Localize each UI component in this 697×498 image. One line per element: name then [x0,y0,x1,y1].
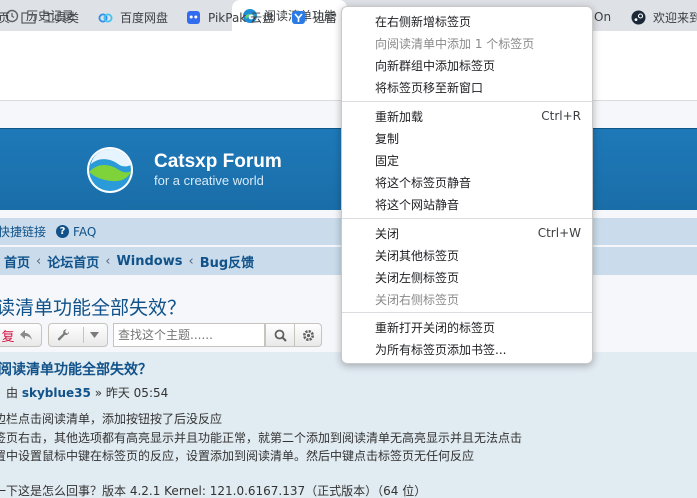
reply-label: 复 [1,329,15,345]
bookmark-on[interactable]: On [594,0,611,34]
menu-item-label: 向阅读清单中添加 1 个标签页 [375,36,535,51]
menu-item-label: 向新群组中添加标签页 [375,58,496,73]
baidu-netdisk-icon [97,9,113,25]
bookmark-xunlei[interactable]: 迅雷 [290,0,337,34]
menu-mute-site[interactable]: 将这个网站静音 [342,193,592,215]
menu-add-to-reading-list: 向阅读清单中添加 1 个标签页 [342,32,592,54]
wrench-icon [57,328,71,342]
help-icon: ? [56,225,70,238]
breadcrumb-bug-report[interactable]: Bug反馈 [200,252,254,271]
faq-label: FAQ [73,224,97,239]
bookmark-label: 迅雷 [313,10,338,25]
menu-item-label: 将这个标签页静音 [375,175,472,190]
menu-item-label: 重新打开关闭的标签页 [375,320,496,335]
menu-item-label: 将这个网站静音 [375,197,460,212]
post-body-line: 置中设置鼠标中键在标签页的反应，设置添加到阅读清单。然后中键点击标签页无任何反应 [0,449,475,463]
menu-close-other-tabs[interactable]: 关闭其他标签页 [342,244,592,266]
advanced-search-button[interactable] [294,323,322,347]
menu-separator [342,312,592,313]
tab-context-menu: 在右侧新增标签页 向阅读清单中添加 1 个标签页 向新群组中添加标签页 将标签页… [341,6,593,364]
search-icon [274,329,287,342]
bookmark-tools-folder[interactable]: 工具类 [20,0,79,34]
menu-item-label: 复制 [375,131,400,146]
menu-close-right-tabs: 关闭右侧标签页 [342,288,592,310]
breadcrumb-windows[interactable]: Windows [116,254,182,269]
faq-link[interactable]: ? FAQ [56,225,96,239]
menu-reload[interactable]: 重新加载 Ctrl+R [342,105,592,127]
xunlei-icon [290,9,306,25]
menu-separator [342,101,592,102]
menu-duplicate[interactable]: 复制 [342,127,592,149]
breadcrumb-home[interactable]: 首页 [4,252,30,271]
menu-pin[interactable]: 固定 [342,149,592,171]
breadcrumb-separator: ‹ [36,253,42,269]
site-title[interactable]: Catsxp Forum [154,151,282,173]
topic-title[interactable]: 读清单功能全部失效？ [0,293,186,320]
menu-item-label: 关闭其他标签页 [375,248,460,263]
forum-logo[interactable] [86,146,134,194]
folder-icon [20,9,36,25]
post-author[interactable]: skyblue35 [22,386,91,400]
breadcrumb-forum-index[interactable]: 论坛首页 [47,252,99,271]
menu-item-label: 重新加载 [375,109,424,124]
bookmark-label: 工具类 [43,10,80,25]
menu-shortcut: Ctrl+R [541,109,581,123]
menu-item-label: 将标签页移至新窗口 [375,80,484,95]
bookmark-baidu-netdisk[interactable]: 百度网盘 [97,0,168,34]
post-title[interactable]: 阅读清单功能全部失效？ [0,359,152,379]
bookmark-label: PikPak 云盘 [208,10,275,25]
menu-move-to-new-window[interactable]: 将标签页移至新窗口 [342,76,592,98]
reply-button[interactable]: 复 [0,323,42,347]
gear-icon [302,329,315,342]
reply-icon [19,329,33,341]
post-meta: 由 skyblue35 » 昨天 05:54 [6,384,168,401]
menu-item-label: 为所有标签页添加书签... [375,342,507,357]
topic-search-input[interactable] [113,323,265,347]
menu-item-label: 关闭左侧标签页 [375,270,460,285]
bookmark-pikpak[interactable]: PikPak 云盘 [185,0,274,34]
menu-close-left-tabs[interactable]: 关闭左侧标签页 [342,266,592,288]
menu-mute-tab[interactable]: 将这个标签页静音 [342,171,592,193]
divider [83,327,84,343]
search-button[interactable] [265,323,295,347]
menu-item-label: 固定 [375,153,400,168]
bookmark-label: 欢迎来到 [653,10,697,25]
quicklinks-link[interactable]: 快捷链接 [0,223,46,240]
post-body-line: 一下这是怎么回事？版本 4.2.1 Kernel: 121.0.6167.137… [0,484,427,498]
topic-tools-button[interactable] [48,323,108,347]
post-time: » 昨天 05:54 [94,386,169,400]
menu-bookmark-all-tabs[interactable]: 为所有标签页添加书签... [342,338,592,360]
bookmark-steam[interactable]: 欢迎来到 [630,0,697,34]
post-body-line: 边栏点击阅读清单，添加按钮按了后没反应 [0,412,223,426]
chevron-down-icon [90,332,99,338]
post-body-line: 签页右击，其他选项都有高亮显示并且功能正常，就第二个添加到阅读清单无高亮显示并且… [0,431,523,445]
menu-shortcut: Ctrl+W [537,226,581,240]
bookmark-label: 页 [0,10,11,25]
menu-separator [342,218,592,219]
menu-item-label: 关闭 [375,226,400,241]
post-by: 由 [6,386,19,400]
pikpak-icon [185,9,201,25]
menu-reopen-closed-tab[interactable]: 重新打开关闭的标签页 [342,316,592,338]
breadcrumb-separator: ‹ [188,253,194,269]
menu-close[interactable]: 关闭 Ctrl+W [342,222,592,244]
menu-item-label: 在右侧新增标签页 [375,14,472,29]
bookmark-label: 百度网盘 [120,10,169,25]
site-subtitle: for a creative world [154,173,264,188]
bookmark-partial[interactable]: 页 [0,0,10,34]
menu-item-label: 关闭右侧标签页 [375,292,460,307]
bookmark-label: On [594,10,612,24]
steam-icon [630,9,646,25]
menu-new-tab-right[interactable]: 在右侧新增标签页 [342,10,592,32]
menu-add-to-new-group[interactable]: 向新群组中添加标签页 [342,54,592,76]
breadcrumb-separator: ‹ [105,253,111,269]
